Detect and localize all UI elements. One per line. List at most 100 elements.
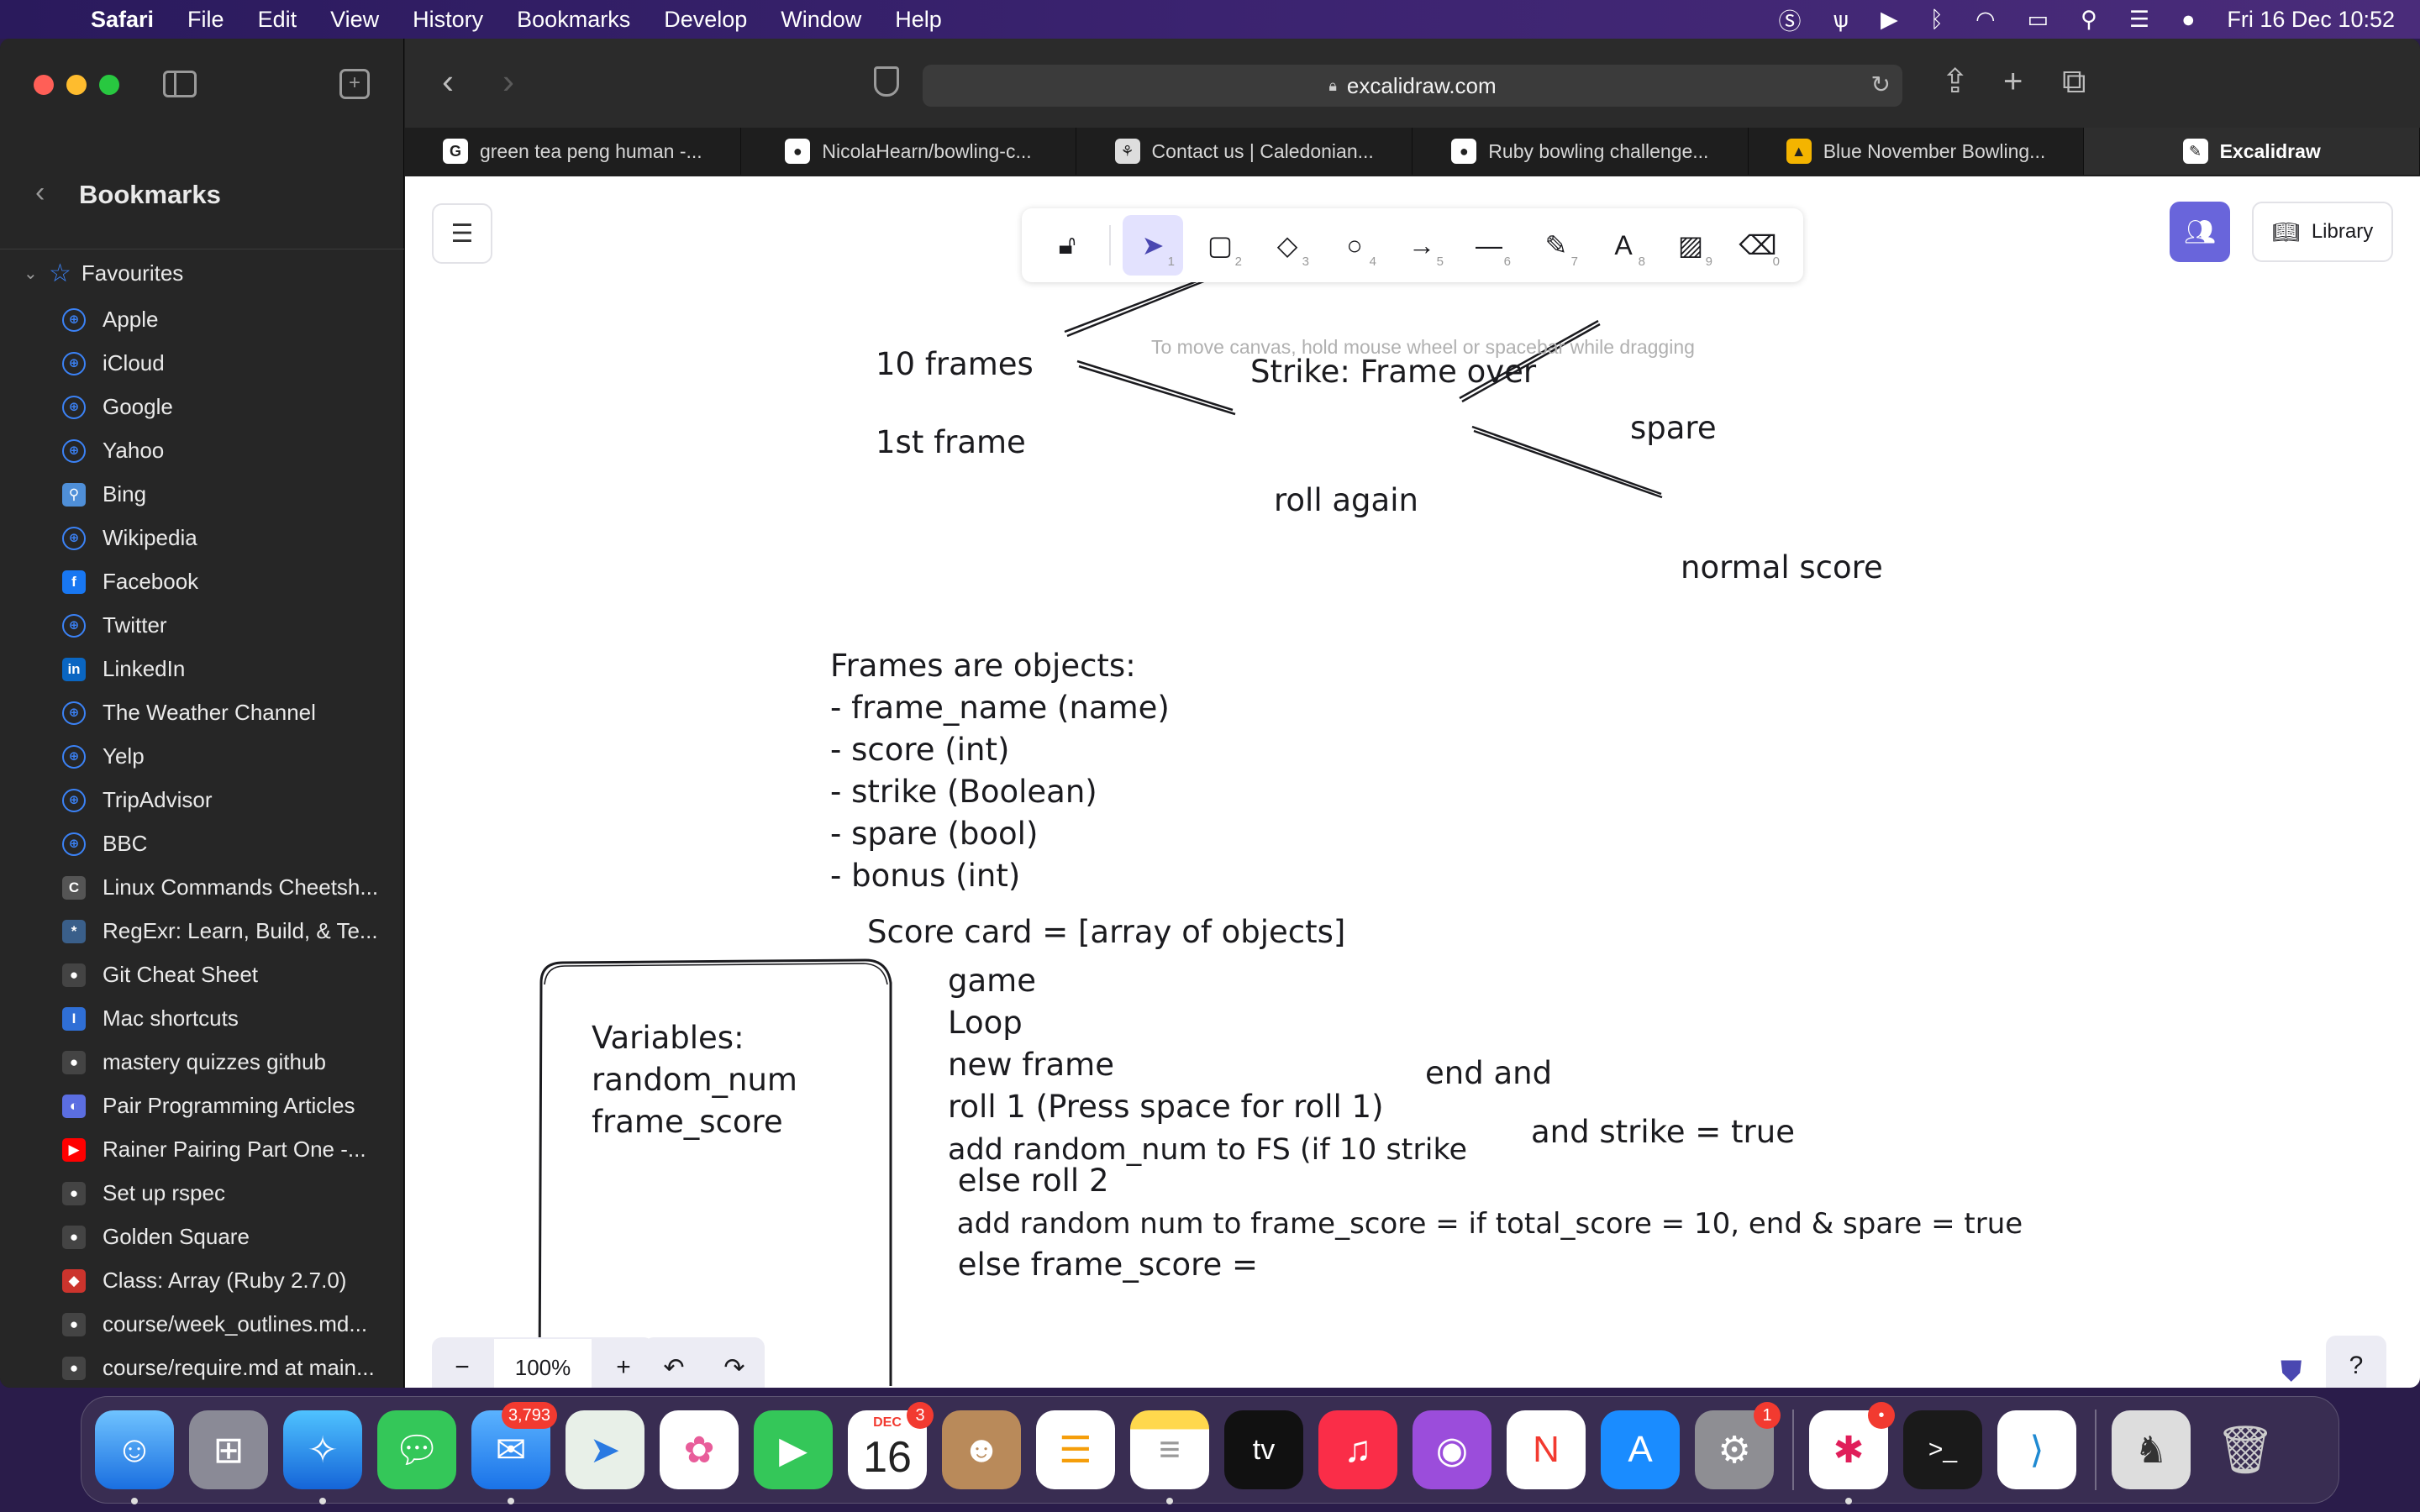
search-icon[interactable]: ⚲ bbox=[2081, 7, 2097, 33]
bookmark-item[interactable]: ● course/week_outlines.md... bbox=[0, 1302, 404, 1346]
bookmark-item[interactable]: ⊕ Google bbox=[0, 385, 404, 428]
bookmark-item[interactable]: ⊕ Apple bbox=[0, 297, 404, 341]
text-frames-heading[interactable]: Frames are objects: bbox=[830, 648, 1136, 684]
bookmark-item[interactable]: in LinkedIn bbox=[0, 647, 404, 690]
bookmark-item[interactable]: ● mastery quizzes github bbox=[0, 1040, 404, 1084]
zoom-level[interactable]: 100% bbox=[492, 1337, 593, 1388]
text-game-line[interactable]: roll 1 (Press space for roll 1) bbox=[948, 1089, 1384, 1125]
text-game-line[interactable]: game bbox=[948, 963, 1036, 999]
text-variables[interactable]: Variables: bbox=[592, 1020, 744, 1056]
podcasts-icon[interactable]: ◉ bbox=[1413, 1410, 1491, 1489]
text-else-line[interactable]: else roll 2 bbox=[948, 1163, 1109, 1199]
app-store-icon[interactable]: A bbox=[1601, 1410, 1680, 1489]
text-game-line[interactable]: new frame bbox=[948, 1047, 1114, 1083]
browser-tab[interactable]: ● Ruby bowling challenge... bbox=[1413, 128, 1749, 175]
maps-icon[interactable]: ➤ bbox=[566, 1410, 644, 1489]
line-tool[interactable]: —6 bbox=[1459, 215, 1519, 276]
undo-icon[interactable]: ↶ bbox=[644, 1337, 704, 1388]
bookmark-item[interactable]: ⊕ iCloud bbox=[0, 341, 404, 385]
text-frame-prop[interactable]: - spare (bool) bbox=[830, 816, 1038, 852]
address-bar[interactable]: 🔒︎ excalidraw.com ↻ bbox=[923, 65, 1902, 107]
text-frame-prop[interactable]: - bonus (int) bbox=[830, 858, 1020, 894]
browser-tab[interactable]: ● NicolaHearn/bowling-c... bbox=[741, 128, 1077, 175]
bookmark-item[interactable]: ⊕ The Weather Channel bbox=[0, 690, 404, 734]
image-tool[interactable]: ▨ 9 bbox=[1660, 215, 1721, 276]
text-roll-again[interactable]: roll again bbox=[1274, 482, 1418, 518]
new-tab-group-icon[interactable]: + bbox=[339, 69, 370, 99]
vscode-icon[interactable]: ⟩ bbox=[1997, 1410, 2076, 1489]
browser-tab[interactable]: ⚘ Contact us | Caledonian... bbox=[1076, 128, 1413, 175]
text-first-frame[interactable]: 1st frame bbox=[876, 424, 1026, 460]
text-and-strike[interactable]: and strike = true bbox=[1531, 1114, 1795, 1150]
bookmark-item[interactable]: ● Set up rspec bbox=[0, 1171, 404, 1215]
excalidraw-canvas[interactable]: 10 frames 1st frame Strike: Frame over r… bbox=[405, 176, 2420, 1388]
browser-tab[interactable]: ✎ Excalidraw bbox=[2084, 128, 2420, 175]
back-chevron-icon[interactable]: ‹ bbox=[35, 176, 45, 209]
bookmark-item[interactable]: I Mac shortcuts bbox=[0, 996, 404, 1040]
text-tool[interactable]: A8 bbox=[1593, 215, 1654, 276]
facetime-icon[interactable]: ▶ bbox=[754, 1410, 833, 1489]
encryption-shield-icon[interactable]: ⛊ bbox=[2281, 1356, 2302, 1388]
bookmark-item[interactable]: ⊕ Twitter bbox=[0, 603, 404, 647]
butterfly-icon[interactable]: ѱ bbox=[1833, 7, 1849, 33]
contacts-icon[interactable]: ☻ bbox=[942, 1410, 1021, 1489]
text-variable[interactable]: frame_score bbox=[592, 1104, 783, 1140]
clock[interactable]: Fri 16 Dec 10:52 bbox=[2227, 7, 2395, 33]
photos-icon[interactable]: ✿ bbox=[660, 1410, 739, 1489]
menu-app[interactable]: Safari bbox=[91, 7, 154, 33]
redo-icon[interactable]: ↷ bbox=[704, 1337, 765, 1388]
text-frame-prop[interactable]: - score (int) bbox=[830, 732, 1009, 768]
draw-tool[interactable]: ✎ 7 bbox=[1526, 215, 1586, 276]
battery-icon[interactable]: ▭ bbox=[2028, 7, 2049, 33]
bookmark-item[interactable]: ⚲ Bing bbox=[0, 472, 404, 516]
bluetooth-icon[interactable]: ᛒ bbox=[1930, 7, 1944, 33]
menu-view[interactable]: View bbox=[330, 7, 379, 33]
bookmark-item[interactable]: ⊕ BBC bbox=[0, 822, 404, 865]
menu-file[interactable]: File bbox=[187, 7, 224, 33]
rectangle-tool[interactable]: ▢ 2 bbox=[1190, 215, 1250, 276]
messages-icon[interactable]: 💬︎ bbox=[377, 1410, 456, 1489]
bookmark-item[interactable]: ▶ Rainer Pairing Part One -... bbox=[0, 1127, 404, 1171]
menu-edit[interactable]: Edit bbox=[258, 7, 297, 33]
share-icon[interactable]: ⇪ bbox=[1941, 64, 1970, 99]
line-to-strike[interactable] bbox=[1064, 276, 1208, 338]
bookmark-item[interactable]: ⊕ Wikipedia bbox=[0, 516, 404, 559]
menu-help[interactable]: Help bbox=[895, 7, 942, 33]
play-icon[interactable]: ▶ bbox=[1881, 7, 1898, 33]
zoom-window-button[interactable] bbox=[99, 75, 119, 95]
forward-button[interactable]: › bbox=[502, 64, 514, 99]
s-app-icon[interactable]: Ⓢ bbox=[1778, 3, 1801, 36]
bookmark-item[interactable]: C Linux Commands Cheetsh... bbox=[0, 865, 404, 909]
hamburger-menu-icon[interactable]: ☰ bbox=[432, 203, 492, 264]
eraser-tool[interactable]: ⌫ 0 bbox=[1728, 215, 1788, 276]
system-settings-icon[interactable]: ⚙ 1 bbox=[1695, 1402, 1781, 1489]
browser-tab[interactable]: Ggreen tea peng human -... bbox=[405, 128, 741, 175]
tab-overview-icon[interactable]: ⧉ bbox=[2062, 64, 2086, 99]
zoom-out-button[interactable]: − bbox=[432, 1337, 492, 1388]
bookmark-item[interactable]: ⊕ Yahoo bbox=[0, 428, 404, 472]
menu-window[interactable]: Window bbox=[781, 7, 861, 33]
bookmark-item[interactable]: ● Git Cheat Sheet bbox=[0, 953, 404, 996]
help-button[interactable]: ? bbox=[2326, 1336, 2386, 1388]
reminders-icon[interactable]: ☰ bbox=[1036, 1410, 1115, 1489]
apple-tv-icon[interactable]: tv bbox=[1224, 1410, 1303, 1489]
music-icon[interactable]: ♫ bbox=[1318, 1410, 1397, 1489]
text-frame-prop[interactable]: - frame_name (name) bbox=[830, 690, 1170, 726]
browser-tab[interactable]: ▲ Blue November Bowling... bbox=[1749, 128, 2085, 175]
news-icon[interactable]: N bbox=[1507, 1410, 1586, 1489]
slack-icon[interactable]: ✱ • bbox=[1809, 1402, 1895, 1504]
arrow-tool[interactable]: → 5 bbox=[1392, 215, 1452, 276]
downloads-icon[interactable]: ♞ bbox=[2112, 1410, 2191, 1489]
safari-icon[interactable]: ✧ bbox=[283, 1410, 362, 1504]
menu-history[interactable]: History bbox=[413, 7, 483, 33]
text-strike[interactable]: Strike: Frame over bbox=[1250, 354, 1537, 390]
favourites-folder[interactable]: ⌄ ☆ Favourites bbox=[24, 259, 183, 288]
menu-develop[interactable]: Develop bbox=[664, 7, 747, 33]
privacy-shield-icon[interactable] bbox=[874, 66, 899, 97]
bookmark-item[interactable]: ◆ Class: Array (Ruby 2.7.0) bbox=[0, 1258, 404, 1302]
text-frame-prop[interactable]: - strike (Boolean) bbox=[830, 774, 1097, 810]
bookmark-item[interactable]: ● Golden Square bbox=[0, 1215, 404, 1258]
sidebar-toggle-icon[interactable] bbox=[163, 71, 197, 97]
bookmark-item[interactable]: f Facebook bbox=[0, 559, 404, 603]
text-end-and[interactable]: end and bbox=[1425, 1055, 1552, 1091]
